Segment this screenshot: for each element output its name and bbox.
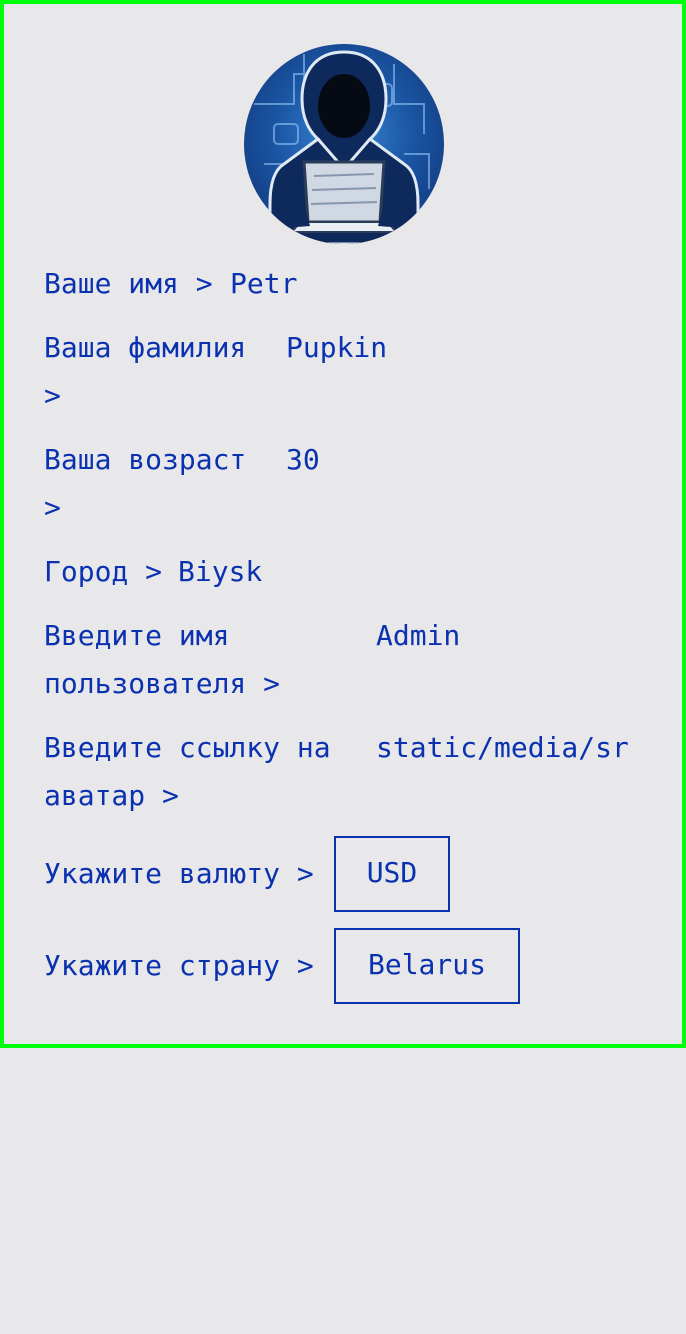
name-field: Ваше имя > Petr [44,260,297,308]
chevron-right-icon: > [145,555,163,588]
username-value[interactable]: Admin [376,612,460,660]
chevron-right-icon: > [195,267,213,300]
username-label-line2: пользователя [44,667,247,700]
avatar-link-field: Введите ссылку на static/media/sr аватар… [44,724,629,820]
surname-label: Ваша фамилия [44,331,247,364]
currency-label: Укажите валюту [44,857,281,890]
currency-field: Укажите валюту > [44,850,314,898]
chevron-right-icon: > [162,779,179,812]
surname-field: Ваша фамилия Pupkin > [44,324,387,420]
hacker-avatar-icon [244,44,444,244]
username-label-line1: Введите имя [44,619,230,652]
avatar-link-value[interactable]: static/media/sr [376,724,629,772]
chevron-right-icon: > [296,857,314,890]
age-field: Ваша возраст 30 > [44,436,320,532]
city-label: Город [44,555,129,588]
city-value[interactable]: Biysk [178,548,262,596]
username-field: Введите имя Admin пользователя > [44,612,460,708]
chevron-right-icon: > [263,667,281,700]
currency-select[interactable]: USD [334,836,450,912]
name-value[interactable]: Petr [230,260,297,308]
country-field: Укажите страну > [44,942,314,990]
age-label: Ваша возраст [44,443,247,476]
chevron-right-icon: > [44,491,61,524]
avatar-link-label-line1: Введите ссылку на [44,731,331,764]
country-label: Укажите страну [44,949,281,982]
age-value[interactable]: 30 [286,436,320,484]
name-label: Ваше имя [44,267,179,300]
country-select[interactable]: Belarus [334,928,520,1004]
surname-value[interactable]: Pupkin [286,324,387,372]
city-field: Город > Biysk [44,548,262,596]
chevron-right-icon: > [296,949,314,982]
chevron-right-icon: > [44,379,61,412]
avatar-link-label-line2: аватар [44,779,146,812]
